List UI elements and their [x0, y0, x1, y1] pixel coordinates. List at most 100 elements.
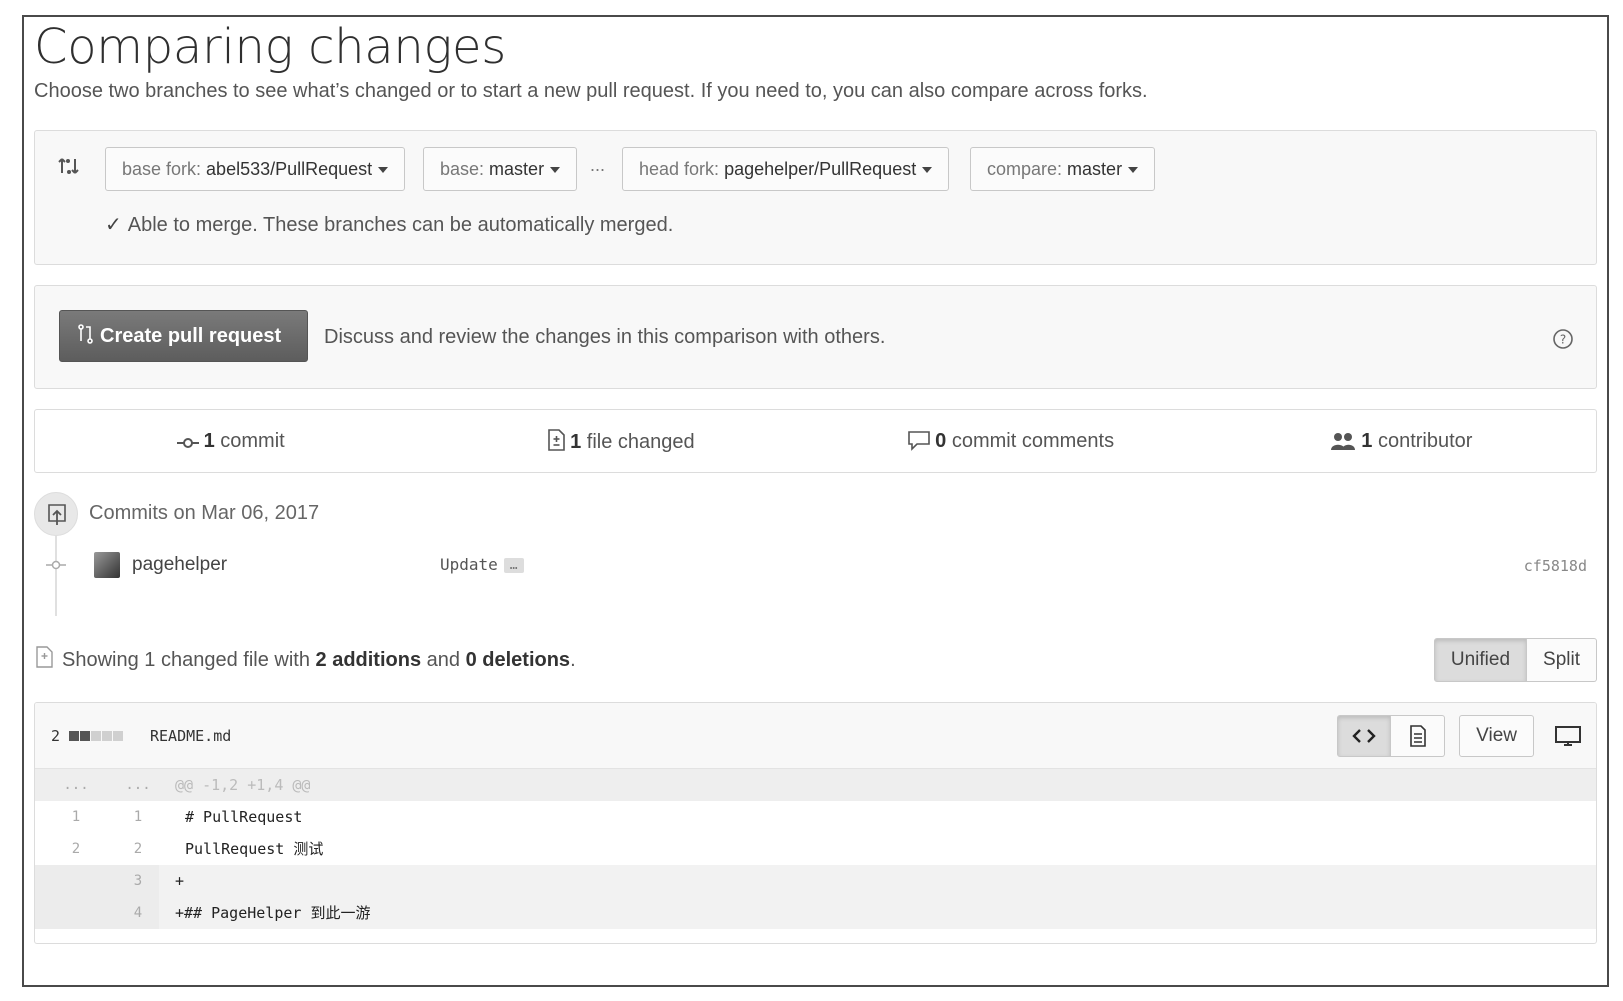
files-changed-stat-tab[interactable]: 1 file changed [425, 428, 815, 454]
commit-sha-link[interactable]: cf5818d [1524, 557, 1587, 575]
rich-diff-button[interactable] [1391, 715, 1446, 757]
avatar[interactable] [94, 552, 120, 578]
create-pull-request-button[interactable]: Create pull request [59, 310, 308, 362]
new-line-number[interactable]: 1 [107, 801, 169, 833]
check-icon: ✓ [105, 214, 122, 236]
compare-branch-value: master [1067, 159, 1123, 179]
diff-line-code: PullRequest 测试 [185, 840, 324, 858]
create-pr-description: Discuss and review the changes in this c… [324, 326, 886, 348]
range-separator: ... [590, 155, 606, 175]
git-commit-icon [176, 437, 199, 448]
create-pull-request-label: Create pull request [100, 325, 282, 347]
commits-count: 1 [203, 429, 215, 452]
head-fork-select[interactable]: head fork: pagehelper/PullRequest [622, 147, 950, 191]
head-fork-value: pagehelper/PullRequest [724, 159, 917, 179]
new-line-number[interactable]: 3 [107, 865, 169, 897]
compare-arrows-icon [58, 158, 79, 174]
git-commit-icon [46, 560, 66, 570]
file-change-count: 2 [51, 727, 61, 745]
caret-down-icon [550, 167, 561, 174]
caret-down-icon [378, 167, 389, 174]
commits-stat-tab[interactable]: 1 commit [35, 430, 425, 453]
file-text-icon [1409, 725, 1426, 747]
diff-summary-files: 1 changed file [144, 649, 269, 671]
diff-summary-prefix: Showing [62, 649, 145, 671]
commits-label: commit [214, 429, 285, 452]
view-file-button[interactable]: View [1459, 715, 1534, 757]
commit-message[interactable]: Update … [440, 555, 524, 574]
diffstat-block [91, 731, 102, 741]
contributors-stat-tab[interactable]: 1 contributor [1206, 430, 1596, 453]
page-title: Comparing changes [34, 19, 506, 75]
diff-line-code: + [175, 872, 185, 890]
merge-status: ✓ Able to merge. These branches can be au… [105, 212, 673, 237]
files-count: 1 [570, 431, 582, 453]
base-fork-select[interactable]: base fork: abel533/PullRequest [105, 147, 406, 191]
main-content: Comparing changes Choose two branches to… [34, 17, 1597, 985]
file-diff-icon [548, 429, 565, 451]
diff-line-context: 2 2 PullRequest 测试 [35, 833, 1596, 865]
base-branch-select[interactable]: base: master [423, 147, 578, 191]
diff-line-context: 1 1 # PullRequest [35, 801, 1596, 833]
device-desktop-icon[interactable] [1554, 724, 1582, 748]
commits-date-group: Commits on Mar 06, 2017 [34, 492, 634, 536]
diff-line-addition: 3 + [35, 865, 1596, 897]
diff-summary: Showing 1 changed file with 2 additions … [34, 645, 576, 672]
comparison-stats-bar: 1 commit 1 file changed 0 commit comment… [34, 409, 1597, 473]
diffstat-block [69, 731, 80, 741]
comments-stat-tab[interactable]: 0 commit comments [816, 429, 1206, 453]
diff-summary-and: and [421, 649, 466, 671]
comments-count: 0 [935, 430, 947, 452]
new-line-number[interactable]: ... [107, 769, 169, 801]
commits-badge [34, 492, 78, 536]
comment-icon [908, 431, 930, 451]
diff-summary-deletions: 0 deletions [465, 649, 571, 671]
diff-line-code: @@ -1,2 +1,4 @@ [175, 776, 311, 794]
compare-branch-label: compare: [987, 159, 1068, 179]
file-diff-icon [36, 646, 53, 668]
code-icon [1352, 729, 1376, 743]
file-name-link[interactable]: README.md [150, 727, 231, 745]
base-branch-label: base: [440, 159, 490, 179]
diffstat-block [80, 731, 91, 741]
diff-view-toggle: Unified Split [1433, 638, 1597, 682]
svg-text:?: ? [1560, 333, 1566, 347]
question-circle-icon[interactable]: ? [1552, 328, 1574, 350]
old-line-number[interactable]: 2 [45, 833, 107, 865]
diffstat-block [102, 731, 113, 741]
create-pr-box: Create pull request Discuss and review t… [34, 285, 1597, 389]
old-line-number[interactable]: 1 [45, 801, 107, 833]
diff-summary-mid: with [268, 649, 316, 671]
people-icon [1331, 432, 1356, 450]
commit-expand-button[interactable]: … [503, 558, 524, 573]
comments-label: commit comments [946, 430, 1115, 452]
commit-message-text[interactable]: Update [440, 555, 498, 574]
page-frame: Comparing changes Choose two branches to… [22, 15, 1609, 987]
source-diff-button[interactable] [1337, 715, 1392, 757]
file-diffstat: 2 [51, 727, 124, 745]
compare-branch-select[interactable]: compare: master [970, 147, 1156, 191]
unified-view-button[interactable]: Unified [1433, 638, 1528, 682]
merge-status-text: Able to merge. These branches can be aut… [127, 214, 674, 236]
diff-table: ... ... @@ -1,2 +1,4 @@ 1 1 # PullReques… [35, 769, 1596, 929]
diffstat-block [113, 731, 124, 741]
new-line-number[interactable]: 2 [107, 833, 169, 865]
new-line-number[interactable]: 4 [107, 897, 169, 929]
diff-line-code: # PullRequest [185, 808, 303, 826]
caret-down-icon [1128, 167, 1139, 174]
head-fork-label: head fork: [639, 159, 725, 179]
diff-line-code: +## PageHelper 到此一游 [175, 904, 371, 922]
old-line-number[interactable]: ... [45, 769, 107, 801]
contributors-count: 1 [1361, 429, 1373, 452]
file-header: 2 README.md View [35, 703, 1596, 769]
git-pull-request-icon [78, 324, 93, 344]
page-description: Choose two branches to see what’s change… [34, 80, 1148, 102]
base-fork-label: base fork: [122, 159, 207, 179]
diff-hunk-header: ... ... @@ -1,2 +1,4 @@ [35, 769, 1596, 801]
commit-timeline [55, 536, 57, 616]
files-label: file changed [581, 431, 695, 453]
repo-push-icon [48, 504, 66, 525]
caret-down-icon [922, 167, 933, 174]
split-view-button[interactable]: Split [1527, 638, 1597, 682]
commit-author-link[interactable]: pagehelper [132, 554, 227, 576]
